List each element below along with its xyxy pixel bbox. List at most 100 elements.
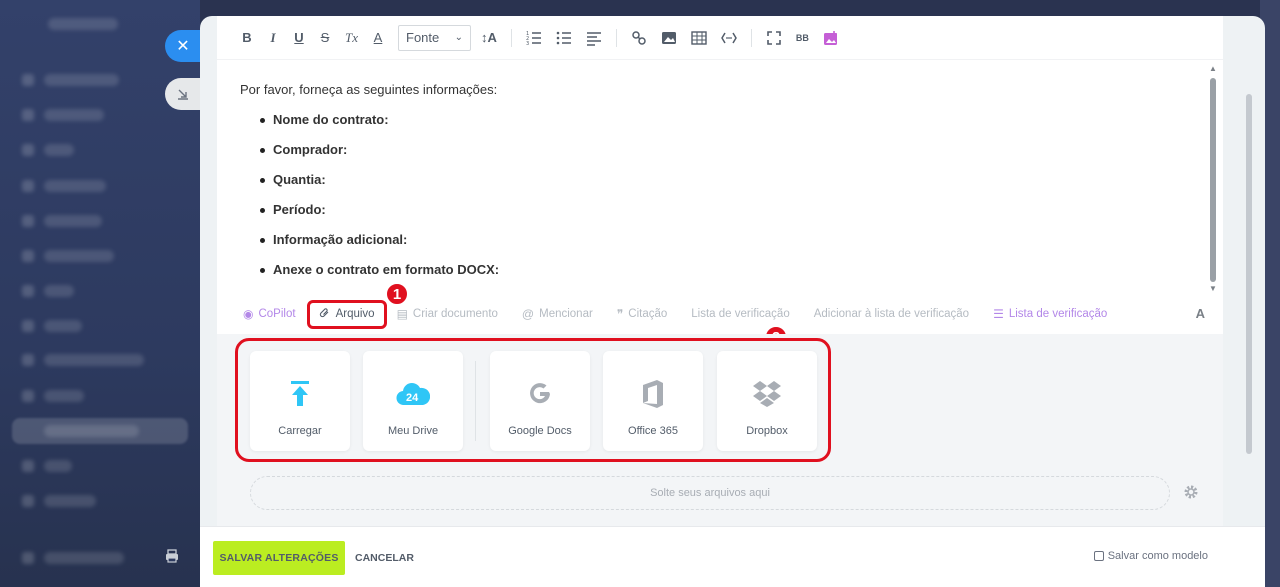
bg-blur-item bbox=[44, 495, 96, 507]
bg-blur-item bbox=[44, 144, 74, 156]
google-icon bbox=[527, 379, 553, 409]
clear-format-button[interactable]: Tx bbox=[345, 30, 358, 46]
save-changes-button[interactable]: SALVAR ALTERAÇÕES bbox=[213, 541, 345, 575]
add-checklist-label: Adicionar à lista de verificação bbox=[813, 308, 970, 320]
office-icon bbox=[641, 379, 665, 409]
bg-blur-item bbox=[44, 250, 114, 262]
bg-blur-icon bbox=[22, 552, 34, 564]
link-icon[interactable] bbox=[631, 30, 647, 46]
code-icon[interactable] bbox=[721, 30, 737, 46]
save-as-template-checkbox[interactable] bbox=[1093, 551, 1104, 561]
checklist-icon: ☰ bbox=[993, 307, 1004, 321]
bg-blur-item bbox=[44, 74, 119, 86]
copilot-button[interactable]: ◉ CoPilot bbox=[243, 307, 296, 321]
bg-blur-icon bbox=[22, 74, 34, 86]
editor-scrollbar[interactable]: ▲ ▼ bbox=[1207, 64, 1219, 296]
info-list: Nome do contrato: Comprador: Quantia: Pe… bbox=[240, 111, 499, 291]
font-size-button[interactable]: ↕A bbox=[481, 30, 497, 45]
google-docs-label: Google Docs bbox=[508, 425, 572, 437]
cloud-24-icon: 24 bbox=[396, 379, 430, 409]
save-as-template-option[interactable]: Salvar como modelo bbox=[1093, 550, 1208, 562]
office-365-label: Office 365 bbox=[628, 425, 678, 437]
font-select[interactable]: Fonte ⌄ bbox=[398, 24, 471, 51]
quote-button[interactable]: ❞ Citação bbox=[617, 307, 667, 321]
bg-blur-title bbox=[48, 18, 118, 30]
gear-icon[interactable] bbox=[1183, 484, 1199, 500]
my-drive-card[interactable]: 24 Meu Drive bbox=[363, 351, 463, 451]
checklist-ai-label: Lista de verificação bbox=[1008, 308, 1108, 320]
cloud-badge: 24 bbox=[406, 392, 419, 404]
file-label: Arquivo bbox=[335, 308, 375, 320]
dropbox-card[interactable]: Dropbox bbox=[717, 351, 817, 451]
checklist-button[interactable]: Lista de verificação bbox=[691, 308, 789, 320]
step-badge-1: 1 bbox=[385, 282, 409, 306]
paperclip-icon bbox=[319, 307, 331, 322]
bg-blur-item bbox=[44, 390, 84, 402]
at-icon: @ bbox=[521, 307, 535, 321]
formatting-toggle-button[interactable]: A bbox=[1196, 306, 1205, 321]
bg-blur-item bbox=[44, 109, 104, 121]
bg-blur-item bbox=[44, 354, 144, 366]
footer-bar: SALVAR ALTERAÇÕES CANCELAR Salvar como m… bbox=[200, 526, 1265, 587]
bg-blur-icon bbox=[22, 320, 34, 332]
create-document-button[interactable]: ▤ Criar documento bbox=[397, 307, 498, 321]
bold-button[interactable]: B bbox=[241, 30, 253, 45]
bg-blur-icon bbox=[22, 144, 34, 156]
bg-blur-icon bbox=[22, 354, 34, 366]
toolbar-divider bbox=[615, 28, 617, 47]
scroll-up-icon[interactable]: ▲ bbox=[1209, 64, 1217, 73]
fullscreen-icon[interactable] bbox=[766, 30, 782, 46]
document-icon: ▤ bbox=[396, 307, 408, 321]
add-checklist-button[interactable]: Adicionar à lista de verificação bbox=[814, 308, 969, 320]
toolbar-divider bbox=[750, 28, 752, 47]
bbcode-button[interactable]: BB bbox=[796, 33, 809, 42]
editor-toolbar: B I U S Tx A Fonte ⌄ ↕A 1 2 3 BB bbox=[217, 16, 1223, 60]
minimize-icon bbox=[178, 89, 188, 100]
minimize-slider-button[interactable] bbox=[165, 78, 201, 110]
save-as-template-label: Salvar como modelo bbox=[1107, 550, 1208, 562]
mention-button[interactable]: @ Mencionar bbox=[522, 307, 593, 321]
list-item: Comprador: bbox=[240, 141, 499, 171]
google-docs-card[interactable]: Google Docs bbox=[490, 351, 590, 451]
table-icon[interactable] bbox=[691, 30, 707, 46]
upload-icon bbox=[289, 379, 311, 409]
quote-icon: ❞ bbox=[616, 307, 624, 321]
list-item: Período: bbox=[240, 201, 499, 231]
italic-button[interactable]: I bbox=[267, 30, 279, 46]
bullet-list-icon[interactable] bbox=[556, 30, 572, 46]
file-sources-area: Carregar 24 Meu Drive Google Docs Office… bbox=[217, 334, 1223, 526]
file-dropzone[interactable]: Solte seus arquivos aqui bbox=[250, 476, 1170, 510]
bg-blur-icon bbox=[22, 495, 34, 507]
bg-blur-item bbox=[44, 552, 124, 564]
scroll-down-icon[interactable]: ▼ bbox=[1209, 284, 1217, 293]
editor-content[interactable]: Por favor, forneça as seguintes informaç… bbox=[240, 82, 499, 291]
bg-blur-item bbox=[44, 460, 72, 472]
file-button[interactable]: Arquivo bbox=[306, 299, 387, 329]
copilot-icon: ◉ bbox=[243, 307, 254, 321]
bg-blur-icon bbox=[22, 460, 34, 472]
mention-label: Mencionar bbox=[539, 308, 593, 320]
list-item: Anexe o contrato em formato DOCX: bbox=[240, 261, 499, 291]
scrollbar-thumb[interactable] bbox=[1210, 78, 1216, 282]
strikethrough-button[interactable]: S bbox=[319, 30, 331, 45]
upload-card[interactable]: Carregar bbox=[250, 351, 350, 451]
bg-blur-icon bbox=[22, 390, 34, 402]
bg-blur-icon bbox=[22, 180, 34, 192]
checklist-label: Lista de verificação bbox=[691, 308, 790, 320]
printer-icon[interactable] bbox=[164, 548, 180, 564]
cancel-button[interactable]: CANCELAR bbox=[355, 541, 414, 575]
text-color-button[interactable]: A bbox=[372, 30, 384, 45]
panel-scrollbar[interactable] bbox=[1246, 94, 1252, 454]
bg-blur-icon bbox=[22, 215, 34, 227]
image-icon[interactable] bbox=[661, 30, 677, 46]
checklist-ai-button[interactable]: ☰ Lista de verificação bbox=[993, 307, 1107, 321]
sources-divider bbox=[475, 361, 476, 441]
underline-button[interactable]: U bbox=[293, 30, 305, 45]
numbered-list-icon[interactable]: 1 2 3 bbox=[526, 30, 542, 46]
bg-blur-item bbox=[44, 425, 139, 437]
office-365-card[interactable]: Office 365 bbox=[603, 351, 703, 451]
align-left-icon[interactable] bbox=[586, 30, 602, 46]
list-item: Informação adicional: bbox=[240, 231, 499, 261]
add-image-icon[interactable] bbox=[823, 30, 839, 46]
close-slider-button[interactable]: ✕ bbox=[165, 30, 201, 62]
